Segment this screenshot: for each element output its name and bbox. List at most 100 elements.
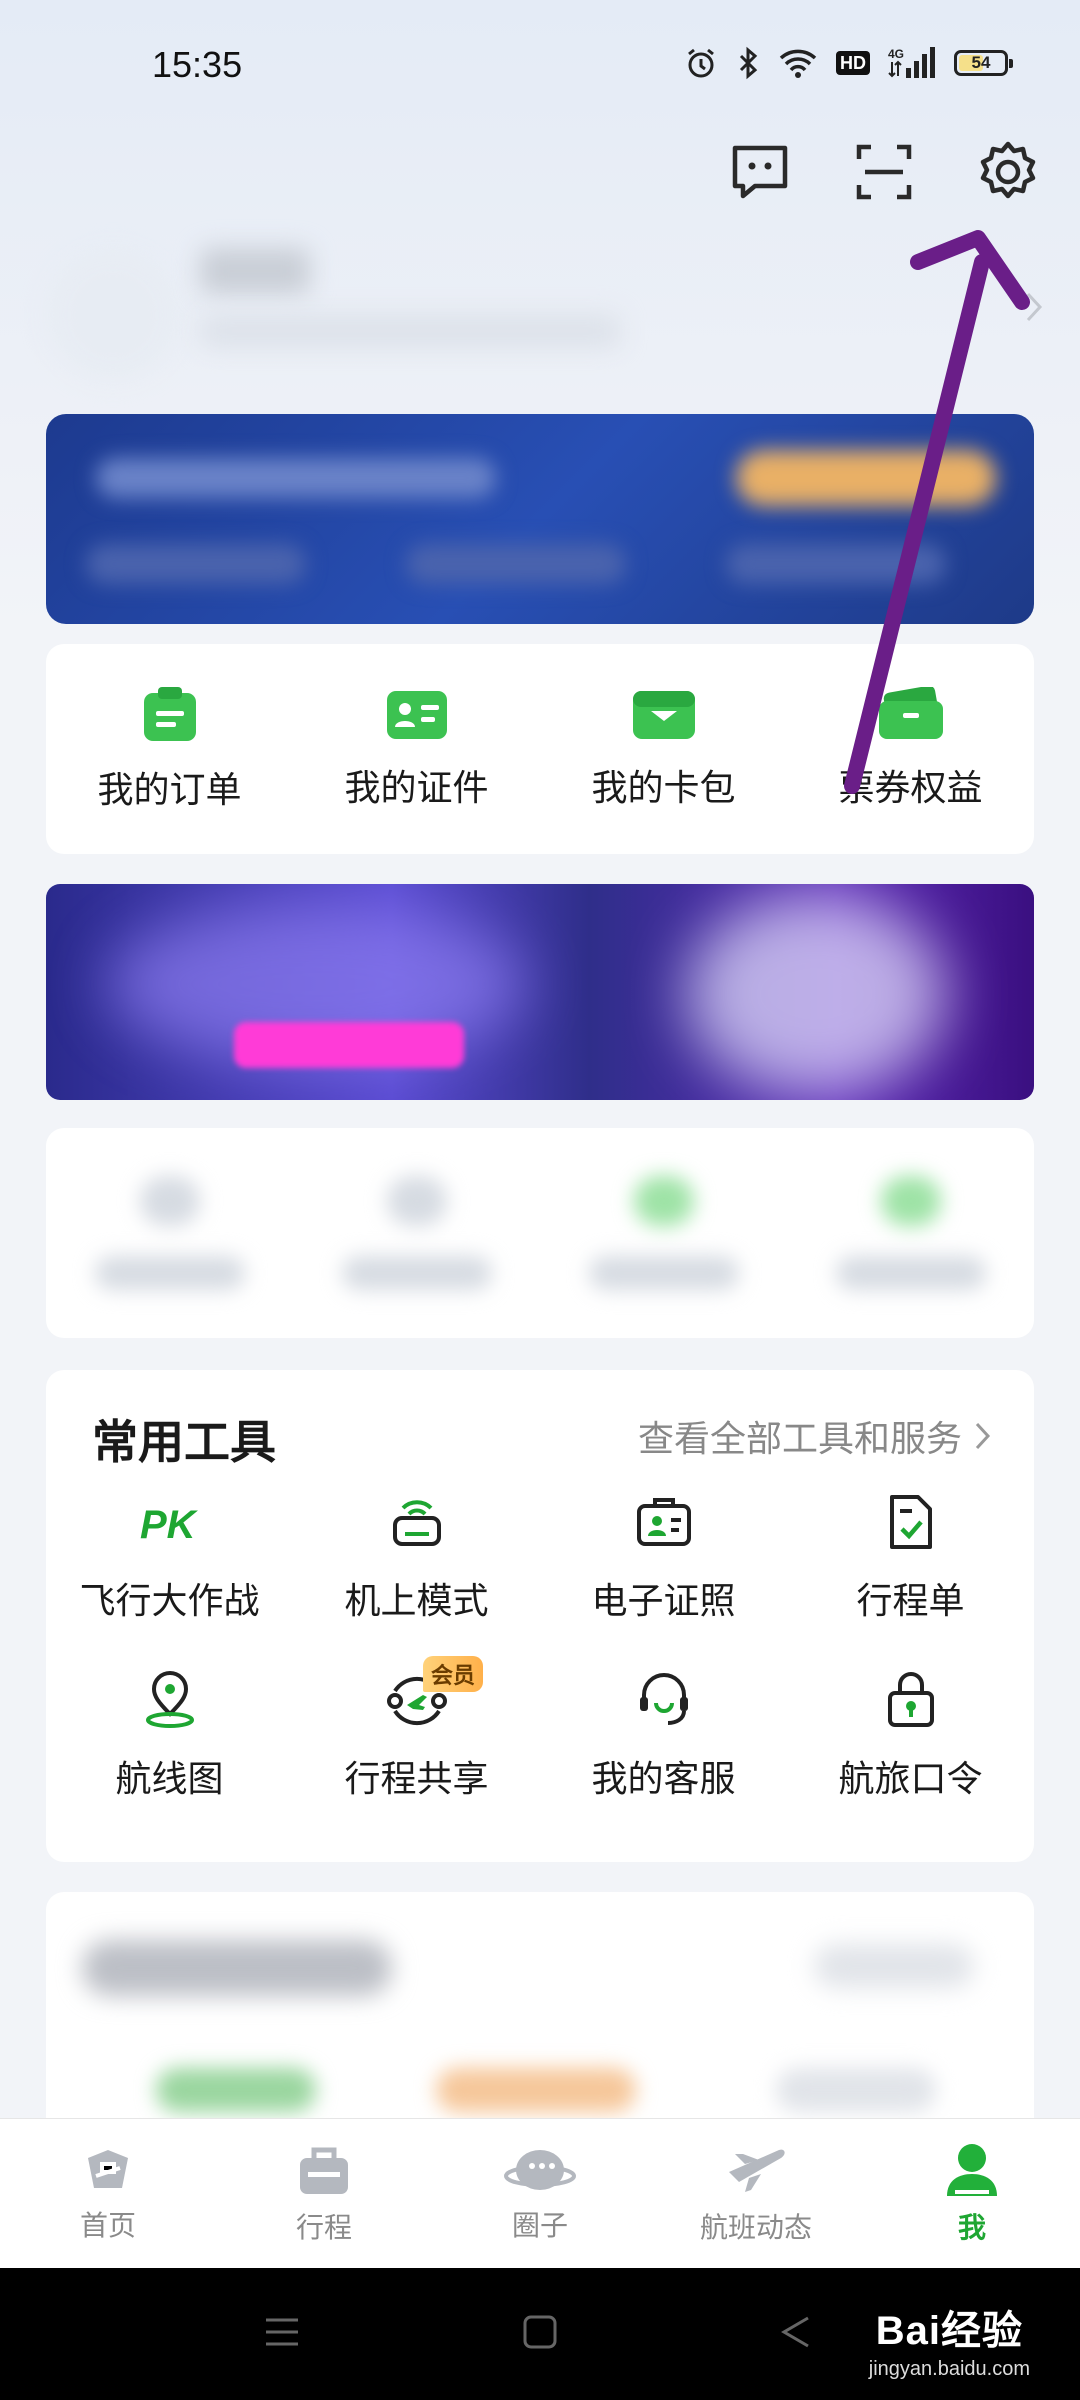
- member-card-title-blurred: [96, 458, 496, 498]
- tool-inflight-mode[interactable]: 机上模式: [293, 1490, 540, 1668]
- tab-label: 行程: [295, 2212, 352, 2243]
- tool-label: 我的客服: [591, 1758, 736, 1799]
- bluetooth-icon: [736, 46, 760, 80]
- view-all-tools-label: 查看全部工具和服务: [637, 1418, 962, 1459]
- tool-flight-battle[interactable]: PK 飞行大作战: [46, 1490, 293, 1668]
- tab-home[interactable]: 首页: [0, 2119, 216, 2269]
- menu-icon[interactable]: [262, 2312, 302, 2352]
- promo-banner[interactable]: [46, 884, 1034, 1100]
- member-card-stat-blurred: [406, 544, 626, 584]
- quick-link-label: 票券权益: [838, 767, 983, 808]
- scan-icon[interactable]: [852, 140, 916, 204]
- me-icon: [947, 2144, 997, 2196]
- tab-label: 圈子: [511, 2210, 568, 2241]
- inflight-mode-icon: [385, 1490, 449, 1554]
- home-square-icon[interactable]: [520, 2312, 560, 2352]
- chevron-right-icon: [1026, 292, 1043, 322]
- service-item-blurred[interactable]: [787, 1128, 1034, 1338]
- tab-trip[interactable]: 行程: [216, 2119, 432, 2269]
- back-icon[interactable]: [776, 2312, 816, 2352]
- tool-label: 行程共享: [344, 1758, 489, 1799]
- services-card-blurred: [46, 1128, 1034, 1338]
- travel-code-icon: [879, 1668, 943, 1732]
- quick-link-ids[interactable]: 我的证件: [293, 644, 540, 854]
- quick-link-tickets[interactable]: 票券权益: [787, 644, 1034, 854]
- status-time: 15:35: [152, 44, 243, 85]
- tool-label: 飞行大作战: [79, 1580, 260, 1621]
- member-card-stat-blurred: [726, 544, 946, 584]
- home-icon: [88, 2150, 128, 2188]
- quick-link-wallet[interactable]: 我的卡包: [540, 644, 787, 854]
- pk-icon: PK: [138, 1490, 202, 1554]
- hd-icon: HD: [836, 51, 870, 75]
- status-bar: 15:35 HD 4G 54: [0, 0, 1080, 135]
- trip-icon: [300, 2147, 348, 2194]
- blurred-stat: [436, 2068, 636, 2112]
- tab-label: 我: [957, 2212, 986, 2243]
- tool-label: 航线图: [115, 1758, 224, 1799]
- avatar[interactable]: [48, 250, 178, 380]
- quick-link-label: 我的订单: [97, 769, 242, 810]
- tab-flight-status[interactable]: 航班动态: [648, 2119, 864, 2269]
- member-card-stat-blurred: [86, 544, 306, 584]
- banner-decoration: [686, 894, 946, 1094]
- order-icon: [143, 687, 196, 741]
- battery-icon: 54: [954, 50, 1013, 76]
- tools-title: 常用工具: [92, 1416, 276, 1468]
- chevron-right-icon: [975, 1422, 991, 1450]
- service-item-blurred[interactable]: [46, 1128, 293, 1338]
- e-license-icon: [632, 1490, 696, 1554]
- system-navigation-bar: Bai经验 jingyan.baidu.com: [0, 2268, 1080, 2400]
- tab-label: 航班动态: [699, 2212, 812, 2243]
- tool-label: 电子证照: [591, 1580, 736, 1621]
- tool-label: 行程单: [856, 1580, 965, 1621]
- alarm-icon: [684, 46, 718, 80]
- profile-header[interactable]: [40, 230, 1043, 390]
- tool-itinerary[interactable]: 行程单: [787, 1490, 1034, 1668]
- id-card-icon: [386, 691, 447, 739]
- circle-icon: [504, 2150, 576, 2190]
- blurred-link: [814, 1944, 974, 1988]
- member-badge: 会员: [423, 1656, 484, 1692]
- tool-trip-share[interactable]: 会员 行程共享: [293, 1656, 540, 1846]
- blurred-title: [82, 1940, 392, 1996]
- svg-text:PK: PK: [140, 1503, 199, 1546]
- watermark-main: Bai经验: [875, 2309, 1024, 2353]
- common-tools-card: 常用工具 查看全部工具和服务 PK 飞行大作战 机上模式 电子证照 行程单 航线…: [46, 1370, 1034, 1862]
- quick-links-card: 我的订单 我的证件 我的卡包 票券权益: [46, 644, 1034, 854]
- tab-me[interactable]: 我: [864, 2119, 1080, 2269]
- tool-travel-code[interactable]: 航旅口令: [787, 1668, 1034, 1846]
- tool-label: 航旅口令: [838, 1758, 983, 1799]
- quick-link-label: 我的卡包: [591, 767, 736, 808]
- member-card-button-blurred[interactable]: [736, 450, 996, 506]
- itinerary-icon: [879, 1490, 943, 1554]
- signal-icon: 4G: [888, 46, 936, 80]
- baidu-watermark: Bai经验 jingyan.baidu.com: [869, 2298, 1030, 2381]
- tool-route-map[interactable]: 航线图: [46, 1668, 293, 1846]
- bottom-tab-bar: 首页 行程 圈子 航班动态 我: [0, 2118, 1080, 2269]
- tab-circle[interactable]: 圈子: [432, 2119, 648, 2269]
- view-all-tools-link[interactable]: 查看全部工具和服务: [638, 1410, 992, 1462]
- wallet-icon: [632, 691, 695, 739]
- member-card[interactable]: [46, 414, 1034, 624]
- message-icon[interactable]: [728, 140, 792, 204]
- blurred-stat: [776, 2068, 936, 2112]
- flight-status-icon: [729, 2149, 785, 2192]
- header-actions: [728, 140, 1040, 204]
- watermark-sub: jingyan.baidu.com: [868, 2358, 1030, 2380]
- quick-link-orders[interactable]: 我的订单: [46, 644, 293, 854]
- blurred-stat: [156, 2068, 316, 2112]
- banner-button-blurred[interactable]: [234, 1022, 464, 1068]
- tool-customer-service[interactable]: 我的客服: [540, 1668, 787, 1846]
- quick-link-label: 我的证件: [344, 767, 489, 808]
- user-subtitle-blurred: [200, 314, 620, 348]
- membership-summary-card-blurred[interactable]: [46, 1892, 1034, 2152]
- service-item-blurred[interactable]: [293, 1128, 540, 1338]
- settings-icon[interactable]: [976, 140, 1040, 204]
- wifi-icon: [778, 47, 818, 79]
- tool-e-license[interactable]: 电子证照: [540, 1490, 787, 1668]
- route-map-icon: [138, 1668, 202, 1732]
- ticket-icon: [878, 687, 943, 739]
- battery-level: 54: [971, 53, 991, 72]
- service-item-blurred[interactable]: [540, 1128, 787, 1338]
